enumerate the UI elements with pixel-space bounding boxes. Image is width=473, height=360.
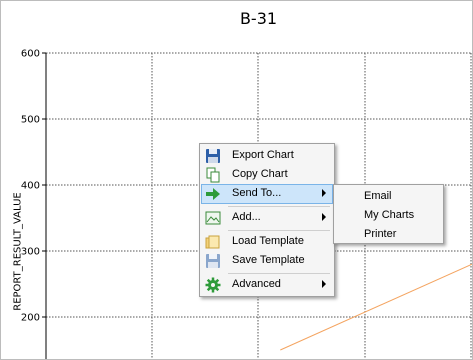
menu-item-label: Add... <box>232 211 261 223</box>
chevron-right-icon <box>322 189 326 197</box>
y-tick-labels: 200 300 400 500 600 <box>21 49 40 324</box>
send-to-submenu: Email My Charts Printer <box>333 184 444 244</box>
menu-item-add[interactable]: Add... <box>202 209 332 227</box>
menu-separator <box>228 206 330 207</box>
menu-separator <box>228 273 330 274</box>
menu-item-save-template[interactable]: Save Template <box>202 252 332 270</box>
menu-item-label: Copy Chart <box>232 168 288 180</box>
menu-item-load-template[interactable]: Load Template <box>202 233 332 251</box>
menu-item-send-to[interactable]: Send To... <box>201 184 333 204</box>
menu-item-label: Export Chart <box>232 149 294 161</box>
save-template-icon <box>206 254 220 268</box>
chevron-right-icon <box>322 280 326 288</box>
image-icon <box>205 211 221 225</box>
chart-context-menu: Export Chart Copy Chart Send To... Add..… <box>199 143 335 297</box>
gear-icon <box>205 277 221 293</box>
copy-icon <box>206 167 220 183</box>
y-tick-label: 300 <box>21 247 40 258</box>
menu-item-label: Advanced <box>232 278 281 290</box>
menu-item-export-chart[interactable]: Export Chart <box>202 147 332 165</box>
menu-item-label: Load Template <box>232 235 304 247</box>
menu-item-copy-chart[interactable]: Copy Chart <box>202 166 332 184</box>
chevron-right-icon <box>322 213 326 221</box>
y-tick-label: 500 <box>21 115 40 126</box>
save-icon <box>206 149 220 163</box>
y-tick-label: 600 <box>21 49 40 60</box>
folder-icon <box>205 235 220 249</box>
send-arrow-icon <box>206 188 220 200</box>
y-tick-label: 200 <box>21 313 40 324</box>
submenu-item-printer[interactable]: Printer <box>364 228 396 240</box>
menu-item-label: Save Template <box>232 254 305 266</box>
y-tick-label: 400 <box>21 181 40 192</box>
submenu-item-my-charts[interactable]: My Charts <box>364 209 414 221</box>
menu-item-advanced[interactable]: Advanced <box>202 276 332 294</box>
submenu-item-email[interactable]: Email <box>364 190 392 202</box>
menu-separator <box>228 230 330 231</box>
menu-item-label: Send To... <box>232 187 282 199</box>
